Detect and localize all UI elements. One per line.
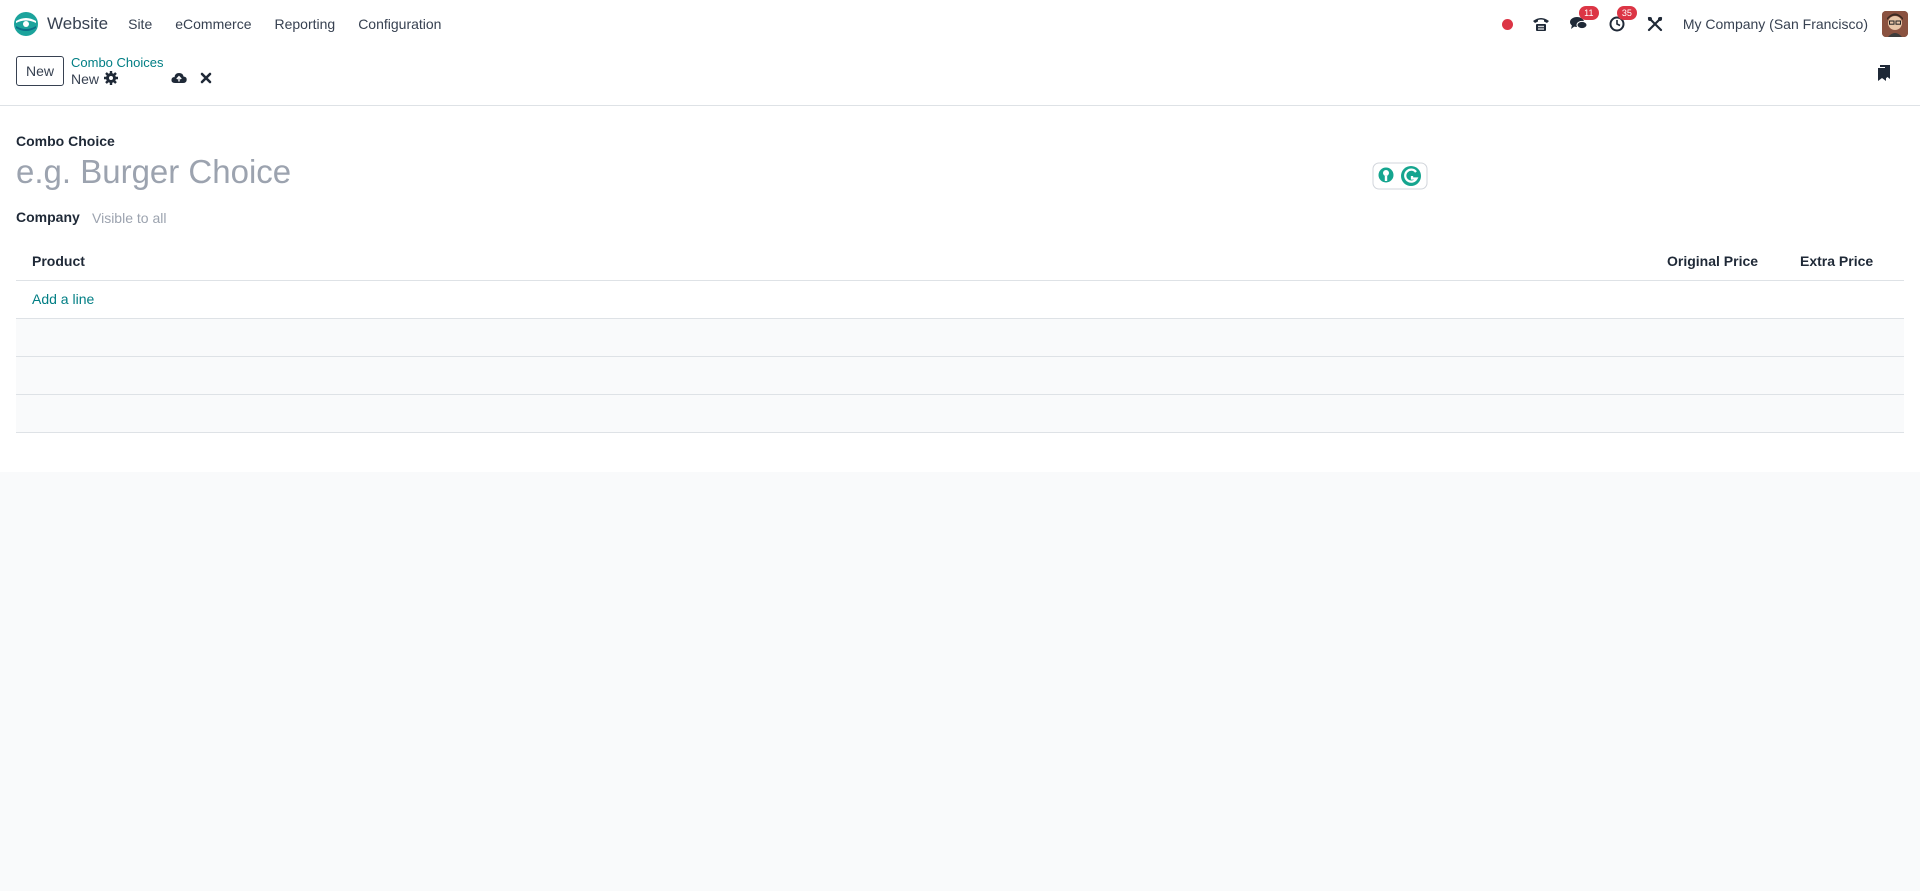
bookmarks-icon[interactable]	[1878, 65, 1890, 81]
combo-lines-table: Product Original Price Extra Price Add a…	[16, 242, 1904, 433]
debug-tools-button[interactable]	[1643, 12, 1667, 36]
control-panel: New Combo Choices New	[0, 48, 1920, 106]
empty-row	[16, 395, 1904, 433]
column-header-extra-price[interactable]: Extra Price	[1800, 253, 1873, 269]
empty-row	[16, 357, 1904, 395]
activities-count-badge: 35	[1616, 6, 1637, 20]
column-header-product[interactable]: Product	[32, 253, 85, 269]
recording-indicator-icon[interactable]	[1501, 18, 1513, 30]
phone-icon	[1532, 18, 1549, 31]
breadcrumb-current: New	[71, 71, 100, 87]
gear-icon[interactable]	[104, 71, 118, 85]
messages-count-badge: 11	[1578, 6, 1599, 20]
table-header: Product Original Price Extra Price	[16, 242, 1904, 281]
user-avatar[interactable]	[1882, 11, 1908, 37]
menu-item-ecommerce[interactable]: eCommerce	[175, 16, 251, 32]
app-name: Website	[47, 14, 109, 33]
app-brand[interactable]: Website	[13, 0, 108, 48]
column-header-original-price[interactable]: Original Price	[1667, 253, 1758, 269]
discard-close-icon[interactable]	[199, 71, 213, 85]
grammarly-icon[interactable]	[1372, 162, 1428, 190]
add-a-line-link[interactable]: Add a line	[32, 291, 94, 307]
user-avatar-image	[1882, 11, 1908, 37]
navbar: Website Site eCommerce Reporting Configu…	[0, 0, 1920, 48]
activities-button[interactable]: 35	[1605, 6, 1637, 36]
phone-button[interactable]	[1529, 12, 1553, 36]
breadcrumb-parent-link[interactable]: Combo Choices	[71, 55, 164, 70]
menu-item-site[interactable]: Site	[128, 16, 152, 32]
add-line-row: Add a line	[16, 281, 1904, 319]
form-sheet: Combo Choice Company Visible to all Prod…	[0, 106, 1920, 472]
new-button[interactable]: New	[16, 56, 64, 86]
combo-choice-name-input[interactable]	[16, 152, 1116, 192]
save-cloud-icon[interactable]	[171, 71, 187, 85]
main-menu: Site eCommerce Reporting Configuration	[128, 16, 464, 32]
combo-choice-label: Combo Choice	[16, 133, 115, 149]
company-field-input[interactable]: Visible to all	[92, 210, 166, 226]
messages-button[interactable]: 11	[1567, 6, 1599, 36]
empty-row	[16, 319, 1904, 357]
website-app-icon	[14, 12, 38, 36]
company-switcher[interactable]: My Company (San Francisco)	[1683, 16, 1868, 32]
menu-item-reporting[interactable]: Reporting	[274, 16, 335, 32]
company-field-label: Company	[16, 209, 80, 225]
menu-item-configuration[interactable]: Configuration	[358, 16, 441, 32]
systray: 11 35 My Company (San Francisco)	[1501, 0, 1920, 48]
tools-icon	[1647, 16, 1662, 32]
